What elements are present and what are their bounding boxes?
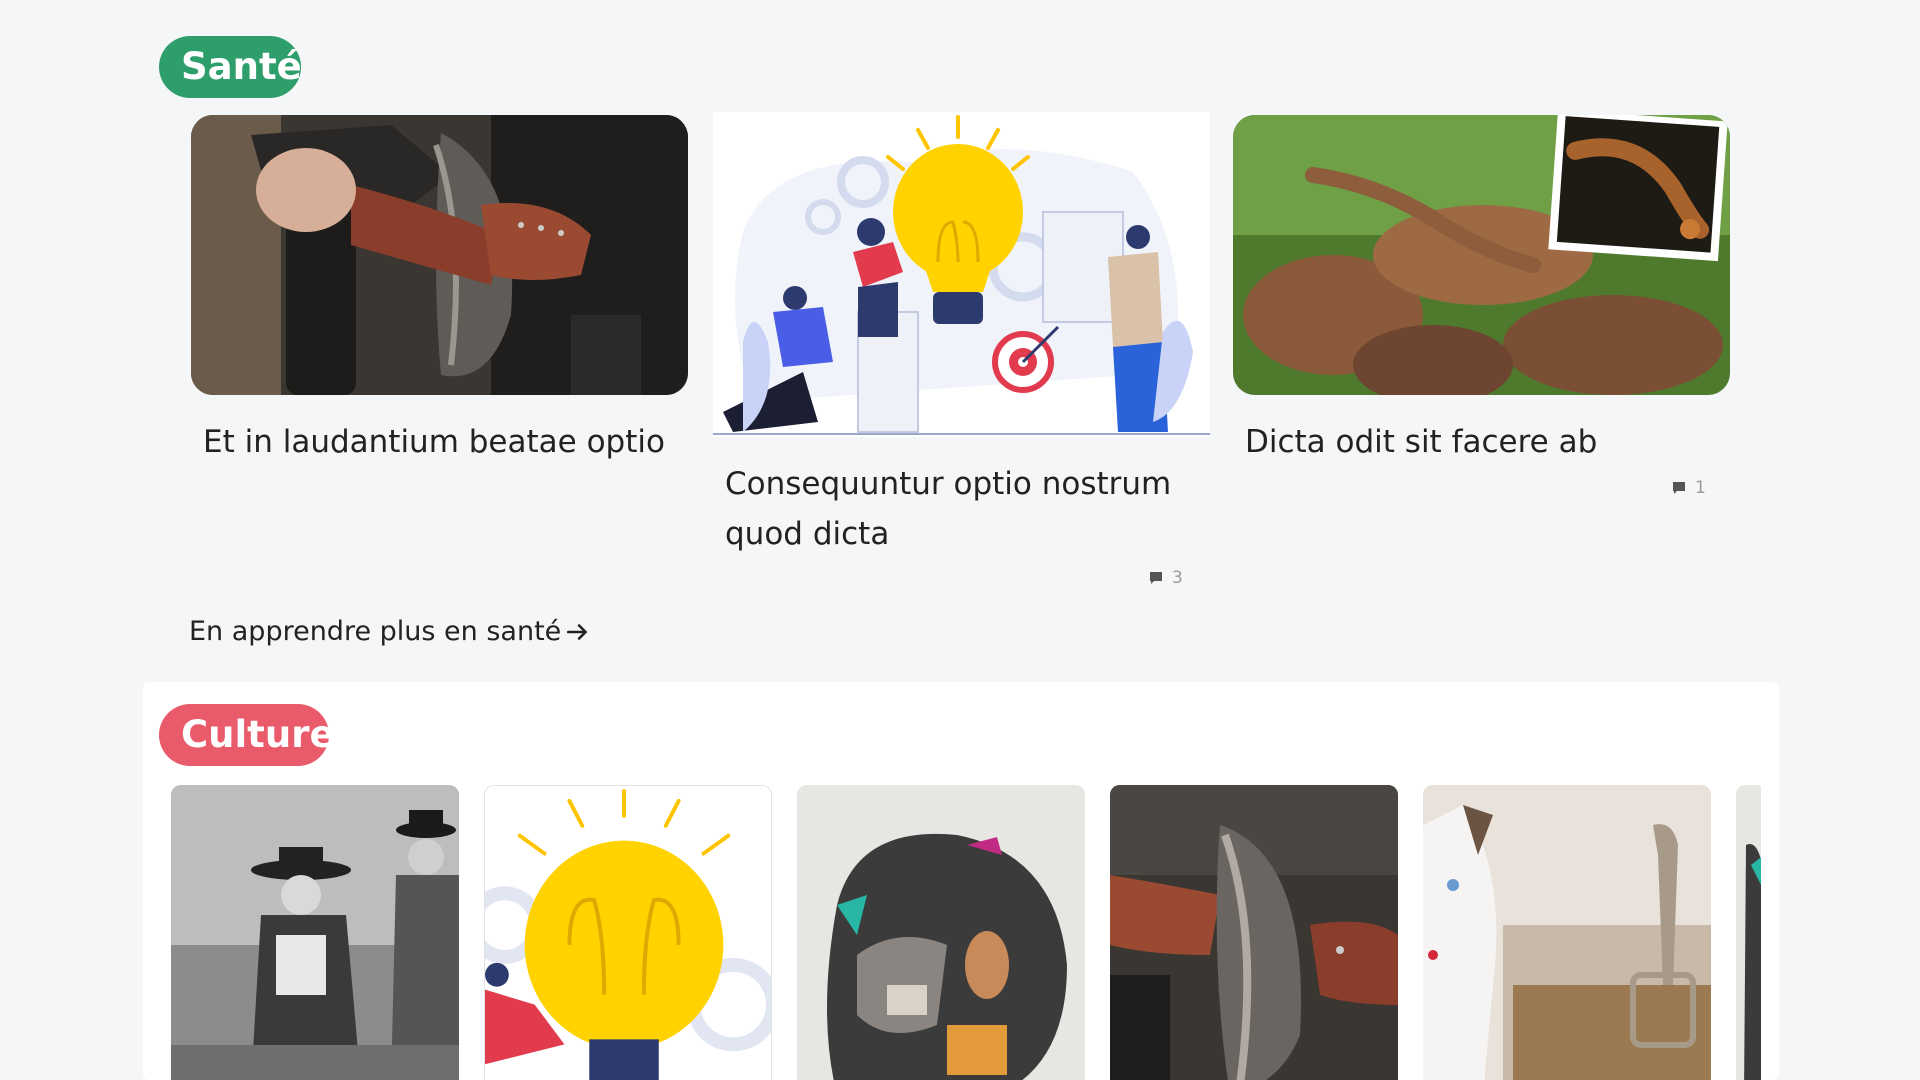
comment-count-value: 3 — [1172, 568, 1183, 588]
learn-more-label: En apprendre plus en santé — [189, 616, 562, 647]
culture-card-vintage-photo[interactable] — [171, 785, 459, 1080]
comment-count-value: 1 — [1695, 478, 1706, 498]
section-badge-culture[interactable]: Culture — [159, 704, 335, 766]
culture-card-collage-portrait[interactable] — [797, 785, 1085, 1080]
culture-carousel[interactable] — [171, 785, 1761, 1080]
article-title[interactable]: Dicta odit sit facere ab — [1245, 417, 1725, 467]
culture-card-partial[interactable] — [1736, 785, 1761, 1080]
arrow-right-icon — [567, 623, 588, 640]
culture-card-kitten[interactable] — [1423, 785, 1711, 1080]
article-card[interactable]: Consequuntur optio nostrum quod dicta — [713, 112, 1210, 559]
article-title[interactable]: Consequuntur optio nostrum quod dicta — [725, 459, 1195, 559]
learn-more-sante-link[interactable]: En apprendre plus en santé — [189, 616, 591, 647]
comment-icon — [1150, 572, 1162, 584]
article-image-leaf-gecko[interactable] — [1233, 115, 1730, 395]
comment-icon — [1673, 482, 1685, 494]
comment-count[interactable]: 1 — [1671, 478, 1706, 498]
article-image-axe-warrior[interactable] — [191, 115, 688, 395]
article-card[interactable]: Et in laudantium beatae optio — [191, 115, 688, 467]
culture-card-axe-warrior[interactable] — [1110, 785, 1398, 1080]
culture-card-lightbulb[interactable] — [484, 785, 772, 1080]
article-image-lightbulb[interactable] — [713, 112, 1210, 437]
comment-count[interactable]: 3 — [1148, 568, 1183, 588]
section-badge-sante[interactable]: Santé — [159, 36, 302, 98]
article-card[interactable]: Dicta odit sit facere ab — [1233, 115, 1730, 467]
article-title[interactable]: Et in laudantium beatae optio — [203, 417, 683, 467]
